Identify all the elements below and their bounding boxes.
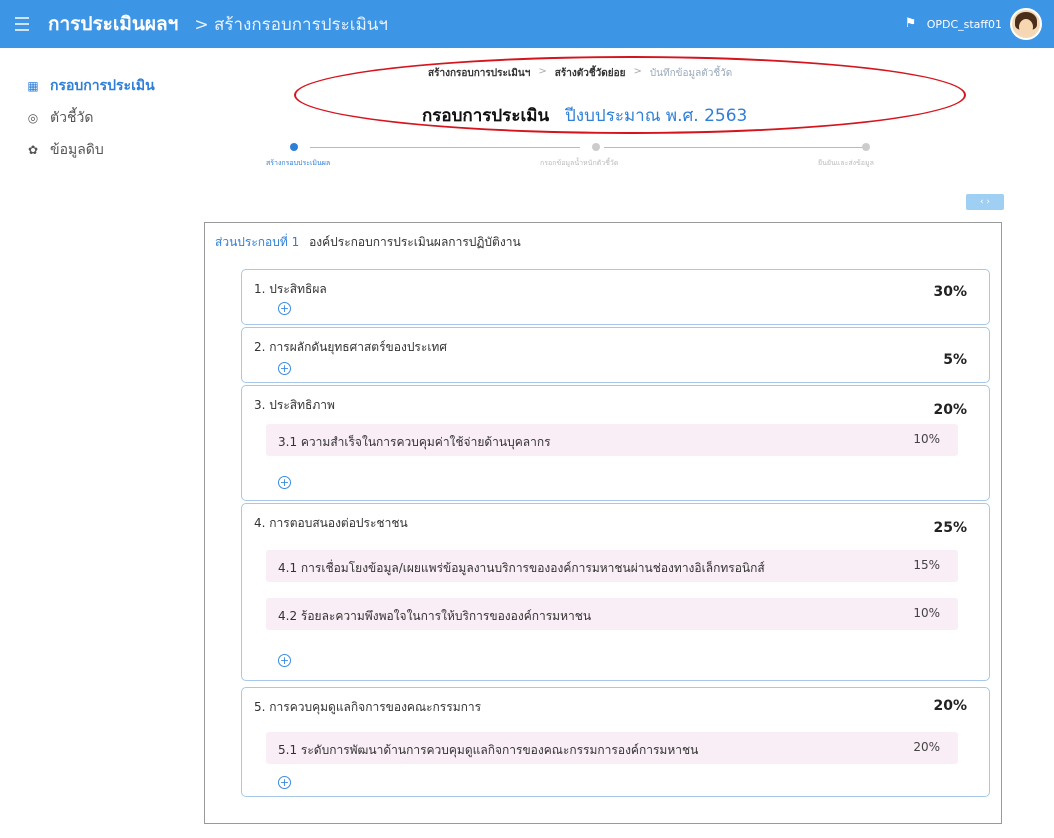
- part-title: ส่วนประกอบที่ 1 องค์ประกอบการประเมินผลกา…: [215, 233, 521, 252]
- sidebar-item-label: ข้อมูลดิบ: [50, 142, 104, 158]
- user-area[interactable]: ⚑ OPDC_staff01: [905, 0, 1042, 48]
- building-icon: ⚑: [904, 16, 917, 31]
- sidebar-item-label: กรอบการประเมิน: [50, 78, 155, 94]
- section-card[interactable]: 4. การตอบสนองต่อประชาชน 25% 4.1 การเชื่อ…: [241, 503, 990, 681]
- section-weight: 25%: [933, 520, 967, 536]
- sub-indicator-row[interactable]: 5.1 ระดับการพัฒนาด้านการควบคุมดูแลกิจการ…: [266, 732, 958, 764]
- highlight-ellipse: [294, 56, 966, 134]
- sidebar-item-indicators[interactable]: ◎ ตัวชี้วัด: [24, 102, 204, 134]
- wizard-header: สร้างกรอบการประเมินฯ > สร้างตัวชี้วัดย่อ…: [294, 56, 966, 134]
- section-name: 5. การควบคุมดูแลกิจการของคณะกรรมการ: [254, 700, 482, 714]
- part-label: ส่วนประกอบที่ 1: [215, 235, 300, 249]
- top-breadcrumb: > สร้างกรอบการประเมินฯ: [194, 14, 388, 35]
- sub-indicator-name: 5.1 ระดับการพัฒนาด้านการควบคุมดูแลกิจการ…: [278, 743, 699, 757]
- add-icon[interactable]: +: [278, 302, 291, 315]
- section-weight: 5%: [943, 352, 967, 368]
- hamburger-menu-icon[interactable]: [0, 0, 44, 48]
- step-label: สร้างกรอบประเมินผล: [266, 159, 331, 167]
- target-icon: ◎: [27, 111, 39, 125]
- add-icon[interactable]: +: [278, 476, 291, 489]
- sidebar-item-raw-data[interactable]: ✿ ข้อมูลดิบ: [24, 134, 204, 166]
- step-dot: [862, 143, 870, 151]
- sidebar-item-label: ตัวชี้วัด: [50, 110, 94, 126]
- section-weight: 20%: [933, 698, 967, 714]
- sub-indicator-name: 4.1 การเชื่อมโยงข้อมูล/เผยแพร่ข้อมูลงานบ…: [278, 561, 765, 575]
- section-card[interactable]: 5. การควบคุมดูแลกิจการของคณะกรรมการ 20% …: [241, 687, 990, 797]
- sub-indicator-row[interactable]: 4.2 ร้อยละความพึงพอใจในการให้บริการขององ…: [266, 598, 958, 630]
- step-dot: [592, 143, 600, 151]
- section-name: 1. ประสิทธิผล: [254, 282, 327, 296]
- sidebar-item-framework[interactable]: ▦ กรอบการประเมิน: [24, 70, 204, 102]
- sub-indicator-row[interactable]: 4.1 การเชื่อมโยงข้อมูล/เผยแพร่ข้อมูลงานบ…: [266, 550, 958, 582]
- sub-indicator-weight: 15%: [913, 558, 940, 572]
- grid-icon: ▦: [27, 79, 39, 93]
- section-card[interactable]: 1. ประสิทธิผล 30% +: [241, 269, 990, 325]
- progress-stepper: สร้างกรอบประเมินผล กรอกข้อมูลน้ำหนักตัวช…: [266, 142, 874, 172]
- section-card[interactable]: 3. ประสิทธิภาพ 20% 3.1 ความสำเร็จในการคว…: [241, 385, 990, 501]
- step-label: ยืนยันและส่งข้อมูล: [818, 159, 874, 167]
- framework-panel: ส่วนประกอบที่ 1 องค์ประกอบการประเมินผลกา…: [204, 222, 1002, 824]
- avatar[interactable]: [1010, 8, 1042, 40]
- section-weight: 20%: [933, 402, 967, 418]
- sub-indicator-name: 4.2 ร้อยละความพึงพอใจในการให้บริการขององ…: [278, 609, 592, 623]
- section-name: 2. การผลักดันยุทธศาสตร์ของประเทศ: [254, 340, 447, 354]
- top-bar: การประเมินผลฯ > สร้างกรอบการประเมินฯ ⚑ O…: [0, 0, 1054, 48]
- step-label: กรอกข้อมูลน้ำหนักตัวชี้วัด: [540, 159, 619, 167]
- add-icon[interactable]: +: [278, 654, 291, 667]
- add-icon[interactable]: +: [278, 776, 291, 789]
- section-name: 4. การตอบสนองต่อประชาชน: [254, 516, 408, 530]
- section-name: 3. ประสิทธิภาพ: [254, 398, 335, 412]
- add-icon[interactable]: +: [278, 362, 291, 375]
- step-dot: [290, 143, 298, 151]
- app-title[interactable]: การประเมินผลฯ: [48, 9, 178, 39]
- section-card[interactable]: 2. การผลักดันยุทธศาสตร์ของประเทศ 5% +: [241, 327, 990, 383]
- section-weight: 30%: [933, 284, 967, 300]
- sub-indicator-weight: 10%: [913, 432, 940, 446]
- sub-indicator-weight: 10%: [913, 606, 940, 620]
- username[interactable]: OPDC_staff01: [927, 18, 1002, 31]
- sidebar: ▦ กรอบการประเมิน ◎ ตัวชี้วัด ✿ ข้อมูลดิบ: [24, 70, 204, 166]
- puzzle-icon: ✿: [27, 143, 39, 157]
- sub-indicator-row[interactable]: 3.1 ความสำเร็จในการควบคุมค่าใช้จ่ายด้านบ…: [266, 424, 958, 456]
- collapse-button[interactable]: ‹ ›: [966, 194, 1004, 210]
- sub-indicator-name: 3.1 ความสำเร็จในการควบคุมค่าใช้จ่ายด้านบ…: [278, 435, 551, 449]
- sub-indicator-weight: 20%: [913, 740, 940, 754]
- part-name: องค์ประกอบการประเมินผลการปฏิบัติงาน: [309, 235, 521, 249]
